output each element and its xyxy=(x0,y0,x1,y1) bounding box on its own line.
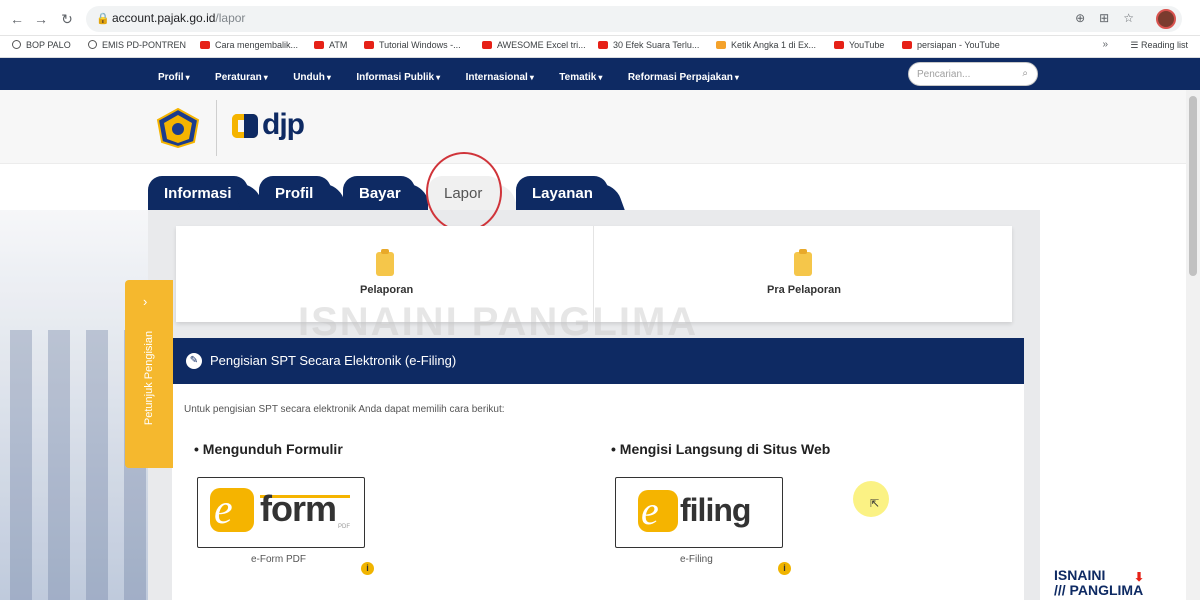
youtube-icon xyxy=(834,41,844,49)
caret-down-icon: ▾ xyxy=(436,73,441,82)
globe-icon xyxy=(12,40,21,49)
eform-logo-mark: e xyxy=(210,487,254,533)
globe-icon xyxy=(88,40,97,49)
arrow-down-icon: ⬇ xyxy=(1134,570,1145,584)
profile-avatar[interactable] xyxy=(1156,9,1176,29)
method-title-download: • Mengunduh Formulir xyxy=(194,441,343,457)
bookmark-item[interactable]: Ketik Angka 1 di Ex... xyxy=(716,40,816,50)
bookmark-item[interactable]: 30 Efek Suara Terlu... xyxy=(598,40,699,50)
nav-item-unduh[interactable]: Unduh ▾ xyxy=(293,72,331,83)
building-column xyxy=(86,330,108,600)
bookmark-item[interactable]: AWESOME Excel tri... xyxy=(482,40,586,50)
bookmark-item[interactable]: Tutorial Windows -... xyxy=(364,40,461,50)
nav-item-internasional[interactable]: Internasional ▾ xyxy=(466,72,534,83)
caret-down-icon: ▾ xyxy=(185,73,190,82)
petunjuk-pengisian-tab[interactable]: › Petunjuk Pengisian xyxy=(125,280,173,468)
tab-bayar[interactable]: Bayar xyxy=(343,176,415,210)
youtube-icon xyxy=(482,41,492,49)
efiling-caption: e-Filing xyxy=(680,554,713,565)
youtube-icon xyxy=(364,41,374,49)
tab-layanan[interactable]: Layanan xyxy=(516,176,608,210)
method-title-online: • Mengisi Langsung di Situs Web xyxy=(611,441,831,457)
youtube-icon xyxy=(314,41,324,49)
sheets-icon xyxy=(716,41,726,49)
info-icon[interactable]: i xyxy=(361,562,374,575)
efiling-intro-text: Untuk pengisian SPT secara elektronik An… xyxy=(184,404,505,415)
header-divider xyxy=(216,100,217,156)
omnibox-actions[interactable]: ⊕⊞☆ xyxy=(1075,11,1148,25)
reading-list-button[interactable]: ☰ Reading list xyxy=(1130,40,1188,51)
nav-item-profil[interactable]: Profil ▾ xyxy=(158,72,190,83)
nav-item-informasi-publik[interactable]: Informasi Publik ▾ xyxy=(356,72,440,83)
site-header: djp xyxy=(0,90,1200,164)
nav-item-peraturan[interactable]: Peraturan ▾ xyxy=(215,72,268,83)
bookmark-item[interactable]: Cara mengembalik... xyxy=(200,40,298,50)
bookmark-item[interactable]: BOP PALO xyxy=(12,40,71,50)
browser-toolbar: ← → ↻ 🔒 account.pajak.go.id/lapor ⊕⊞☆ xyxy=(0,0,1200,36)
search-placeholder: Pencarian... xyxy=(917,69,971,80)
petunjuk-pengisian-label: Petunjuk Pengisian xyxy=(143,330,155,426)
bookmark-item[interactable]: ATM xyxy=(314,40,347,50)
caret-down-icon: ▾ xyxy=(326,73,331,82)
caret-down-icon: ▾ xyxy=(598,73,603,82)
efiling-section-title: Pengisian SPT Secara Elektronik (e-Filin… xyxy=(210,353,457,368)
caret-down-icon: ▾ xyxy=(529,73,534,82)
bookmarks-bar: BOP PALO EMIS PD-PONTREN Cara mengembali… xyxy=(0,36,1200,58)
building-column xyxy=(10,330,32,600)
lock-icon: 🔒 xyxy=(96,13,110,25)
info-icon[interactable]: i xyxy=(778,562,791,575)
efiling-logo-word: filing xyxy=(680,492,751,528)
address-bar[interactable]: 🔒 account.pajak.go.id/lapor ⊕⊞☆ xyxy=(86,6,1182,32)
efiling-section-header: ✎ Pengisian SPT Secara Elektronik (e-Fil… xyxy=(172,338,1024,384)
tab-profil[interactable]: Profil xyxy=(259,176,331,210)
youtube-icon xyxy=(902,41,912,49)
site-navigation: Profil ▾ Peraturan ▾ Unduh ▾ Informasi Publ… xyxy=(0,58,1200,90)
chevron-right-icon[interactable]: » xyxy=(1102,39,1108,50)
channel-name-line1: ISNAINI xyxy=(1054,567,1106,583)
channel-name-line2: /// PANGLIMA xyxy=(1054,582,1144,598)
bookmark-item[interactable]: EMIS PD-PONTREN xyxy=(88,40,186,50)
clipboard-icon xyxy=(794,249,812,276)
kemenkeu-emblem-icon xyxy=(156,108,200,148)
youtube-icon xyxy=(200,41,210,49)
scrollbar-thumb[interactable] xyxy=(1189,96,1197,276)
caret-down-icon: ▾ xyxy=(734,73,739,82)
youtube-icon xyxy=(598,41,608,49)
search-icon[interactable]: ⌕ xyxy=(1022,68,1028,79)
nav-item-reformasi-perpajakan[interactable]: Reformasi Perpajakan ▾ xyxy=(628,72,739,83)
caret-down-icon: ▾ xyxy=(263,73,268,82)
eform-caption: e-Form PDF xyxy=(251,554,306,565)
efiling-button[interactable]: e filing xyxy=(615,477,783,548)
url-text: account.pajak.go.id/lapor xyxy=(112,11,246,25)
forward-arrow-icon[interactable]: → xyxy=(32,10,50,28)
efiling-logo-mark: e xyxy=(638,488,678,533)
mouse-cursor-icon: ⇱ xyxy=(870,498,880,510)
logo-mark xyxy=(244,114,258,138)
reload-icon[interactable]: ↻ xyxy=(58,10,76,28)
nav-item-tematik[interactable]: Tematik ▾ xyxy=(559,72,602,83)
card-label-pelaporan: Pelaporan xyxy=(360,284,414,296)
site-search-input[interactable]: Pencarian... ⌕ xyxy=(908,62,1038,86)
pencil-icon: ✎ xyxy=(186,353,202,369)
chevron-right-icon: › xyxy=(143,294,148,309)
site-menu: Profil ▾ Peraturan ▾ Unduh ▾ Informasi Publ… xyxy=(158,67,760,85)
eform-pdf-button[interactable]: e form PDF xyxy=(197,477,365,548)
clipboard-icon xyxy=(376,249,394,276)
bookmark-item[interactable]: YouTube xyxy=(834,40,884,50)
eform-logo-word: form xyxy=(260,488,337,529)
highlight-circle-annotation xyxy=(426,152,502,232)
bookmark-item[interactable]: persiapan - YouTube xyxy=(902,40,1000,50)
channel-logo: ISNAINI /// PANGLIMA ⬇ xyxy=(1054,567,1145,598)
back-arrow-icon[interactable]: ← xyxy=(8,10,26,28)
card-label-pra-pelaporan: Pra Pelaporan xyxy=(767,284,841,296)
eform-logo-pdf: PDF xyxy=(338,524,350,530)
building-column xyxy=(48,330,70,600)
logo-text: djp xyxy=(262,108,305,141)
page-scrollbar[interactable] xyxy=(1186,90,1200,600)
tab-informasi[interactable]: Informasi xyxy=(148,176,248,210)
